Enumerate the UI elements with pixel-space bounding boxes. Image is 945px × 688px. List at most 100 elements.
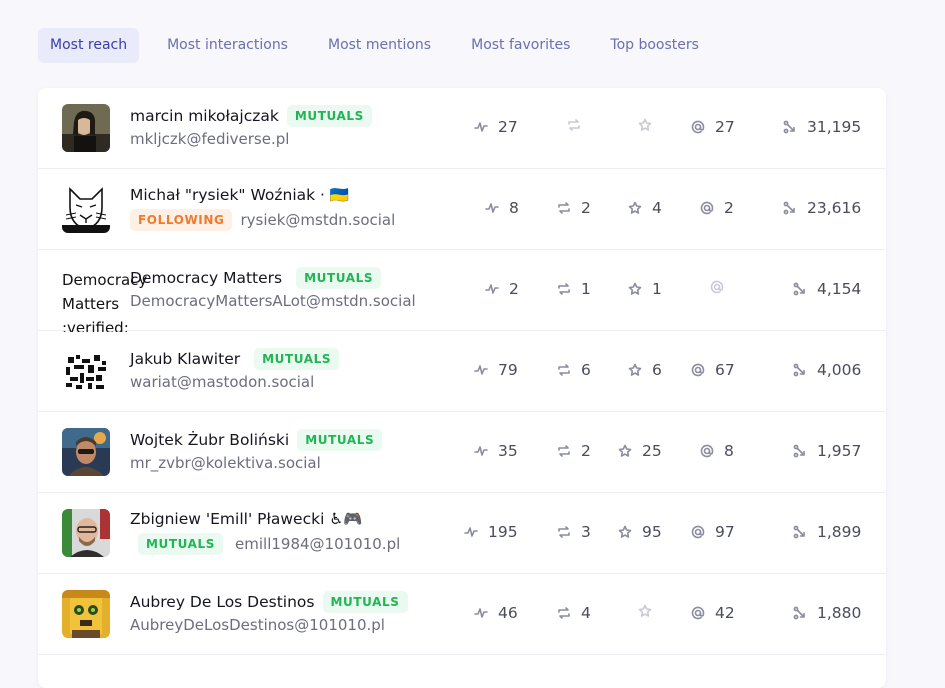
favorites-stat: 4 (628, 199, 662, 217)
interactions-stat: 35 (474, 442, 518, 460)
account-handle: AubreyDeLosDestinos@101010.pl (130, 616, 385, 634)
share-icon (783, 201, 795, 215)
avatar[interactable] (62, 590, 110, 638)
account-row[interactable]: Wojtek Żubr Boliński MUTUALS mr_zvbr@kol… (38, 412, 886, 493)
at-icon (691, 606, 705, 620)
interactions-stat: 8 (485, 199, 519, 217)
account-row[interactable]: Michał "rysiek" Woźniak · 🇺🇦 FOLLOWING r… (38, 169, 886, 250)
accounts-list: marcin mikołajczak MUTUALS mkljczk@fediv… (38, 88, 886, 688)
star-icon (628, 363, 642, 376)
following-badge: FOLLOWING (130, 209, 233, 231)
favorites-stat: 95 (618, 523, 662, 541)
star-icon (628, 282, 642, 295)
repeat-icon (558, 283, 570, 295)
tab-top-boosters[interactable]: Top boosters (598, 28, 711, 63)
account-name[interactable]: Jakub Klawiter (130, 350, 240, 368)
reach-stat: 1,957 (793, 442, 861, 460)
mentions-stat: 67 (691, 361, 735, 379)
avatar[interactable] (62, 428, 110, 476)
avatar[interactable] (62, 185, 110, 233)
account-name[interactable]: Wojtek Żubr Boliński (130, 431, 289, 449)
account-name-line: marcin mikołajczak MUTUALS (130, 105, 372, 127)
tab-bar: Most reach Most interactions Most mentio… (38, 28, 727, 63)
account-row[interactable]: Zbigniew 'Emill' Pławecki ♿🎮 MUTUALS emi… (38, 493, 886, 574)
share-icon (793, 606, 805, 620)
account-row[interactable]: Aubrey De Los Destinos MUTUALS AubreyDeL… (38, 574, 886, 655)
favorites-stat: 1 (628, 280, 662, 298)
mentions-stat: 97 (691, 523, 735, 541)
star-icon (618, 444, 632, 457)
star-icon (638, 118, 652, 131)
mentions-stat: 2 (700, 199, 734, 217)
repeat-icon (558, 445, 570, 457)
favorites-stat: 6 (628, 361, 662, 379)
account-name-line: Jakub Klawiter MUTUALS (130, 348, 340, 370)
interactions-stat: 27 (474, 118, 518, 136)
boosts-stat: 2 (557, 442, 591, 460)
activity-icon (485, 284, 499, 294)
at-icon (700, 201, 714, 215)
mutuals-badge: MUTUALS (322, 591, 408, 613)
favorites-stat: 25 (618, 442, 662, 460)
account-handle: rysiek@mstdn.social (240, 211, 396, 229)
account-name[interactable]: Zbigniew 'Emill' Pławecki ♿🎮 (130, 510, 363, 528)
interactions-stat: 2 (485, 280, 519, 298)
account-name-line: Zbigniew 'Emill' Pławecki ♿🎮 (130, 510, 363, 528)
account-name-line: Wojtek Żubr Boliński MUTUALS (130, 429, 383, 451)
mutuals-badge: MUTUALS (254, 348, 340, 370)
share-icon (793, 525, 805, 539)
repeat-icon (558, 526, 570, 538)
account-row[interactable]: Jakub Klawiter MUTUALS wariat@mastodon.s… (38, 331, 886, 412)
activity-icon (474, 608, 488, 618)
account-handle: wariat@mastodon.social (130, 373, 315, 391)
at-icon (691, 525, 705, 539)
account-row[interactable]: marcin mikołajczak MUTUALS mkljczk@fediv… (38, 88, 886, 169)
avatar[interactable] (62, 104, 110, 152)
share-icon (793, 444, 805, 458)
mutuals-badge: MUTUALS (138, 533, 224, 555)
account-handle: mr_zvbr@kolektiva.social (130, 454, 321, 472)
repeat-icon (568, 119, 580, 131)
tab-most-reach[interactable]: Most reach (38, 28, 140, 63)
tab-most-favorites[interactable]: Most favorites (459, 28, 582, 63)
account-name-line: Democracy Matters MUTUALS (130, 267, 382, 289)
share-icon (793, 363, 805, 377)
account-name[interactable]: Democracy Matters (130, 269, 282, 287)
activity-icon (464, 527, 478, 537)
activity-icon (474, 122, 488, 132)
favorites-stat (638, 604, 662, 618)
reach-stat: 31,195 (783, 118, 861, 136)
share-icon (783, 120, 795, 134)
mentions-stat (710, 280, 734, 294)
tab-most-mentions[interactable]: Most mentions (316, 28, 443, 63)
mentions-stat: 42 (691, 604, 735, 622)
reach-stat: 23,616 (783, 199, 861, 217)
boosts-stat: 3 (557, 523, 591, 541)
account-name-line: Michał "rysiek" Woźniak · 🇺🇦 (130, 186, 349, 204)
avatar[interactable] (62, 347, 110, 395)
account-name[interactable]: marcin mikołajczak (130, 107, 279, 125)
boosts-stat: 1 (557, 280, 591, 298)
tab-most-interactions[interactable]: Most interactions (155, 28, 300, 63)
reach-stat: 4,154 (793, 280, 861, 298)
favorites-stat (638, 118, 662, 132)
at-icon (700, 444, 714, 458)
account-handle-line: MUTUALS emill1984@101010.pl (130, 533, 400, 555)
activity-icon (474, 365, 488, 375)
account-name[interactable]: Michał "rysiek" Woźniak · 🇺🇦 (130, 186, 349, 204)
account-handle-line: FOLLOWING rysiek@mstdn.social (130, 209, 395, 231)
interactions-stat: 79 (474, 361, 518, 379)
avatar[interactable] (62, 509, 110, 557)
mutuals-badge: MUTUALS (296, 267, 382, 289)
account-row[interactable]: Democracy Matters :verified: Democracy M… (38, 250, 886, 332)
repeat-icon (558, 607, 570, 619)
repeat-icon (558, 202, 570, 214)
activity-icon (474, 446, 488, 456)
account-handle: DemocracyMattersALot@mstdn.social (130, 292, 416, 310)
account-name[interactable]: Aubrey De Los Destinos (130, 593, 315, 611)
mutuals-badge: MUTUALS (286, 105, 372, 127)
share-icon (793, 282, 805, 296)
reach-stat: 4,006 (793, 361, 861, 379)
mentions-stat: 27 (691, 118, 735, 136)
reach-stat: 1,880 (793, 604, 861, 622)
